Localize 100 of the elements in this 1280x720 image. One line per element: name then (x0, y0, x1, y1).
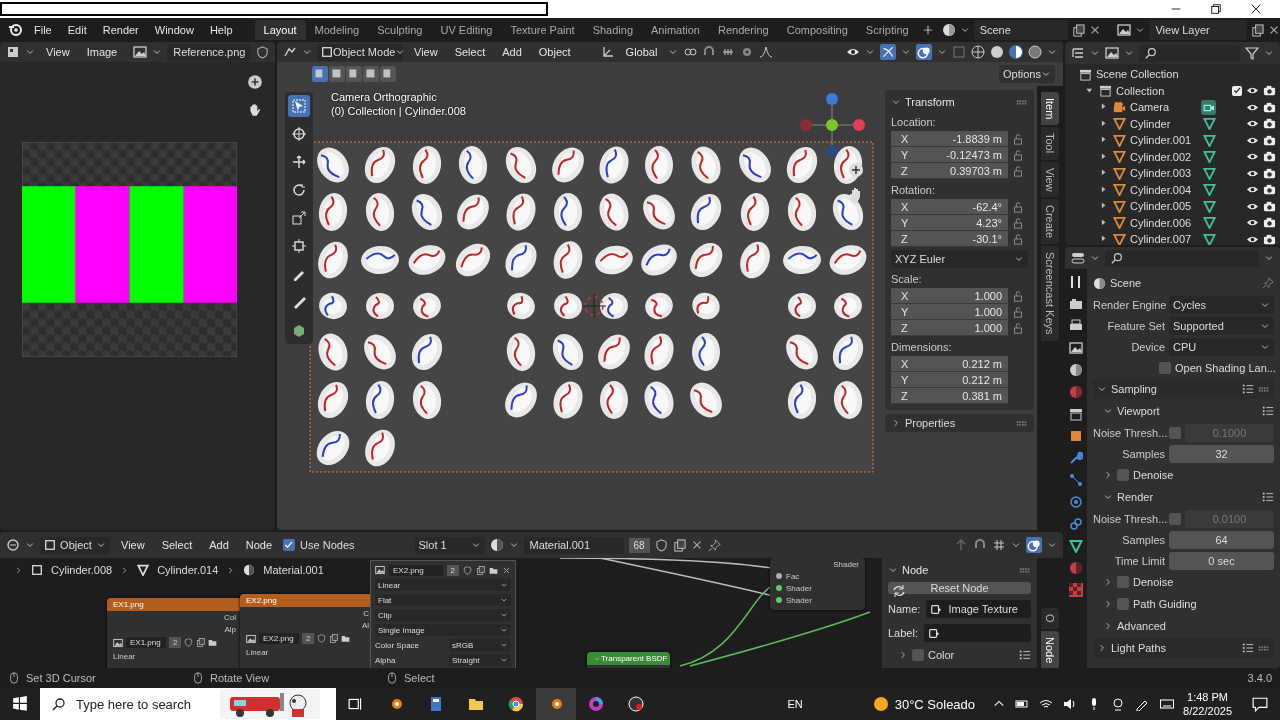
number-field[interactable]: X -62.4° (891, 199, 1008, 215)
sidebar-tab[interactable]: O (1041, 608, 1059, 629)
menu-item[interactable]: Image (80, 44, 124, 60)
scene-field[interactable]: Scene (973, 20, 1068, 40)
outliner-item[interactable]: Cylinder.001 (1130, 134, 1199, 147)
dropdown[interactable]: Flat (375, 594, 511, 606)
outliner-item[interactable]: Collection (1116, 84, 1228, 97)
number-field[interactable]: X 1.000 (891, 288, 1008, 304)
menu-item[interactable]: View (408, 44, 444, 60)
menu-item[interactable]: Select (155, 537, 199, 553)
outliner-item[interactable]: Scene Collection (1096, 68, 1276, 81)
dropdown[interactable]: Single Image (375, 624, 511, 636)
number-field[interactable]: Z 0.381 m (891, 388, 1008, 404)
rotation-mode-dropdown[interactable]: XYZ Euler (891, 250, 1028, 268)
mode-dropdown[interactable]: Object Mode (317, 43, 403, 61)
options-dropdown[interactable]: Options (999, 65, 1055, 83)
panel-title[interactable]: Transform (905, 96, 1012, 108)
sidebar-tab[interactable]: Tool (1041, 127, 1059, 160)
language-indicator[interactable]: EN (787, 698, 803, 710)
menu-item[interactable]: Add (496, 44, 528, 60)
subpanel-header[interactable]: Render (1093, 487, 1274, 507)
workspace-tab[interactable]: Texture Paint (501, 20, 584, 40)
breadcrumb[interactable]: Cylinder.014 (157, 564, 219, 576)
menu-item[interactable]: View (40, 44, 76, 60)
menu-item[interactable]: Object (532, 44, 577, 60)
menu-item[interactable]: Render (96, 22, 145, 38)
outliner-item[interactable]: Cylinder.003 (1130, 167, 1199, 180)
material-field[interactable]: Material.001 (523, 536, 624, 554)
dropdown[interactable]: sRGB (449, 639, 511, 651)
number-field[interactable]: Z -30.1° (891, 231, 1008, 247)
subpanel-label[interactable]: Denoise (1133, 469, 1174, 481)
workspace-tab[interactable]: Layout (254, 20, 306, 40)
sidebar-tab[interactable]: Create (1041, 199, 1059, 245)
menu-item[interactable]: File (28, 22, 58, 38)
subpanel-header[interactable]: Viewport (1093, 401, 1274, 421)
image-texture-node[interactable]: EX1.png Col Alp EX1.png 2 Linear (107, 598, 242, 668)
subpanel-header[interactable]: Advanced (1093, 616, 1274, 636)
number-field[interactable]: Y 1.000 (891, 304, 1008, 320)
workspace-tab[interactable]: Sculpting (368, 20, 432, 40)
workspace-tab[interactable]: UV Editing (431, 20, 502, 40)
image-name-field[interactable]: EX2.png (259, 633, 299, 644)
transparent-bsdf-node[interactable]: Transparent BSDF (587, 652, 670, 668)
dropdown[interactable]: Clip (375, 609, 511, 621)
number-field[interactable]: Z 0.39703 m (891, 163, 1008, 179)
sidebar-tab[interactable]: Screencast Keys (1041, 246, 1059, 341)
menu-item[interactable]: View (115, 537, 151, 553)
panel-header[interactable]: Light Paths (1093, 638, 1274, 658)
breadcrumb[interactable]: Material.001 (263, 564, 324, 576)
outliner-item[interactable]: Cylinder.006 (1130, 216, 1199, 229)
menu-item[interactable]: Select (448, 44, 492, 60)
mix-shader-node[interactable]: Shader Fac Shader Shader (770, 558, 865, 610)
orientation-dropdown[interactable]: Global (619, 44, 664, 60)
subpanel-label[interactable]: Path Guiding (1133, 598, 1197, 610)
outliner-item[interactable]: Cylinder.005 (1130, 200, 1199, 213)
dropdown[interactable]: CPU (1169, 337, 1274, 356)
outliner-item[interactable]: Cylinder.007 (1130, 233, 1199, 245)
reset-node-button[interactable]: Reset Node (888, 582, 1031, 595)
workspace-tab[interactable]: Modeling (305, 20, 369, 40)
number-field[interactable]: Z 1.000 (891, 320, 1008, 336)
weather-text[interactable]: 30°C Soleado (894, 696, 976, 712)
workspace-tab[interactable]: Shading (583, 20, 643, 40)
dropdown[interactable]: Cycles (1169, 295, 1274, 314)
menu-item[interactable]: Window (148, 22, 200, 38)
name-field[interactable]: Image Texture (926, 600, 1031, 619)
slot-dropdown[interactable]: Slot 1 (414, 536, 485, 554)
image-name-field[interactable]: Reference.png (167, 43, 252, 61)
image-name-field[interactable]: EX1.png (126, 637, 166, 648)
panel-title[interactable]: Node (902, 564, 1015, 577)
subpanel-label[interactable]: Denoise (1133, 576, 1174, 588)
workspace-tab[interactable]: Rendering (708, 20, 778, 40)
sidebar-tab[interactable]: Node (1041, 630, 1059, 668)
outliner-item[interactable]: Cylinder (1130, 117, 1199, 130)
outliner-item[interactable]: Cylinder.004 (1130, 183, 1199, 196)
number-field[interactable]: 32 (1169, 444, 1274, 463)
number-field[interactable]: Y 0.212 m (891, 372, 1008, 388)
subpanel-label[interactable]: Color (928, 649, 1015, 662)
menu-item[interactable]: Node (239, 537, 279, 553)
menu-item[interactable]: Edit (61, 22, 93, 38)
number-field[interactable]: Y -0.12473 m (891, 147, 1008, 163)
workspace-tab[interactable]: Compositing (777, 20, 857, 40)
object-type-dropdown[interactable]: Object (40, 536, 110, 554)
workspace-tab[interactable]: Animation (642, 20, 709, 40)
number-field[interactable]: 64 (1169, 530, 1274, 549)
dropdown[interactable]: Supported (1169, 316, 1274, 335)
breadcrumb[interactable]: Cylinder.008 (51, 564, 113, 576)
number-field[interactable]: X -1.8839 m (891, 131, 1008, 147)
checkbox-label[interactable]: Use Nodes (300, 539, 355, 551)
sidebar-tab[interactable]: View (1041, 161, 1059, 198)
outliner-item[interactable]: Camera (1130, 101, 1197, 114)
image-name-field[interactable]: EX2.png (389, 564, 443, 576)
dropdown[interactable]: Straight (449, 654, 511, 666)
clock-time[interactable]: 1:48 PM (1187, 690, 1228, 704)
dropdown[interactable]: Linear (375, 579, 511, 591)
clock-date[interactable]: 8/22/2025 (1183, 704, 1232, 718)
sidebar-tab[interactable]: Item (1041, 92, 1059, 126)
number-field[interactable]: 0 sec (1169, 551, 1274, 570)
workspace-tab[interactable]: Scripting (856, 20, 918, 40)
properties-panel-header[interactable]: Properties (885, 414, 1034, 432)
menu-item[interactable]: Help (203, 22, 239, 38)
panel-header[interactable]: Sampling (1093, 379, 1274, 399)
